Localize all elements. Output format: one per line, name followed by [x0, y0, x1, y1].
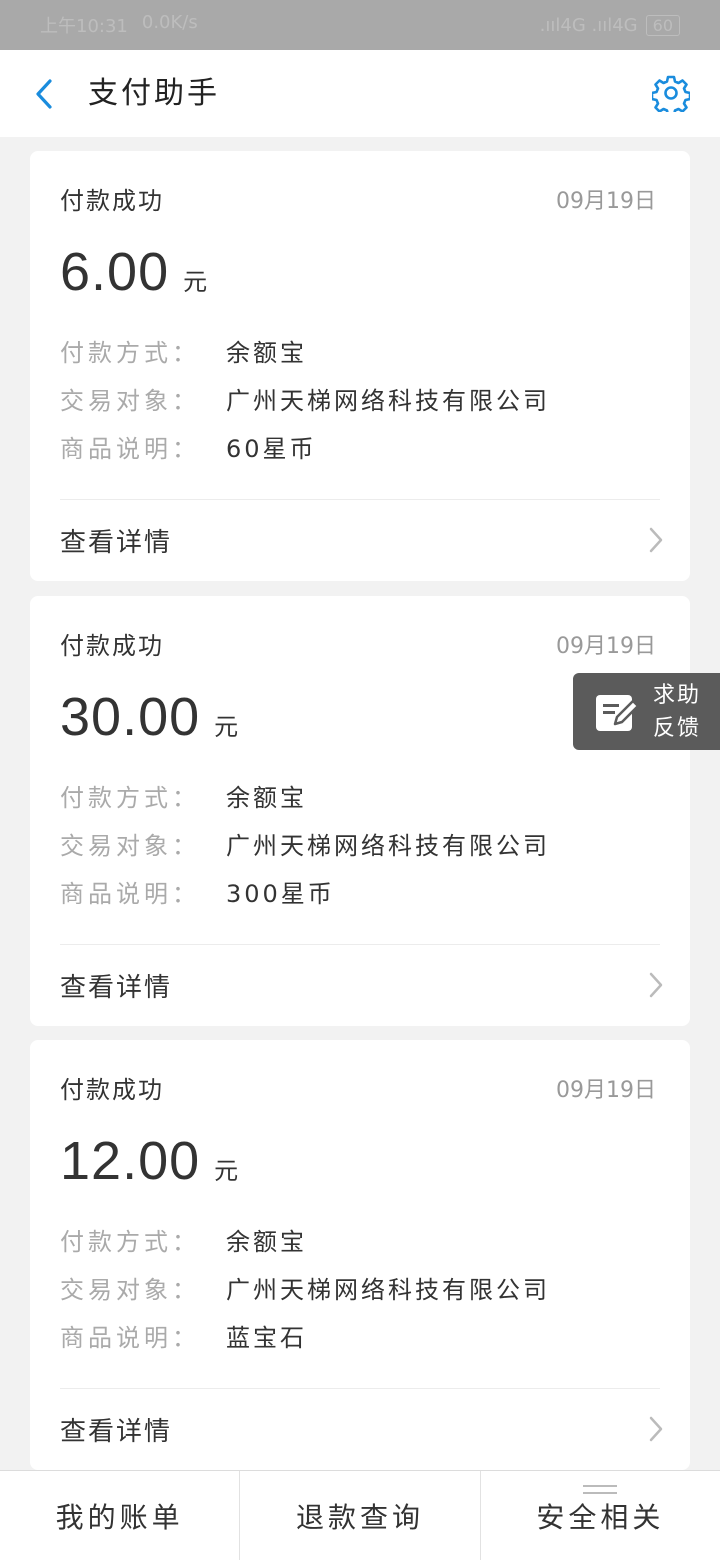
description-row: 商品说明： 300星币	[60, 874, 335, 909]
description-label: 商品说明：	[60, 435, 200, 463]
payment-date: 09月19日	[556, 634, 656, 659]
view-detail-label: 查看详情	[60, 973, 173, 1003]
nav-bar: 支付助手	[0, 50, 720, 137]
method-value: 余额宝	[226, 339, 307, 367]
view-detail-label: 查看详情	[60, 528, 173, 558]
counterparty-label: 交易对象：	[60, 832, 200, 860]
tab-refund-query[interactable]: 退款查询	[239, 1471, 479, 1560]
bottom-tab-bar: 我的账单 退款查询 安全相关	[0, 1470, 720, 1560]
view-detail-button[interactable]: 查看详情	[30, 945, 690, 1026]
back-button[interactable]	[24, 72, 64, 116]
gear-icon	[652, 75, 690, 112]
counterparty-label: 交易对象：	[60, 387, 200, 415]
amount-value: 30.00	[60, 687, 201, 747]
counterparty-row: 交易对象： 广州天梯网络科技有限公司	[60, 826, 550, 861]
amount-value: 12.00	[60, 1131, 201, 1191]
signal-indicator: .ııl4G .ııl4G	[539, 14, 638, 36]
tab-refund-query-label: 退款查询	[295, 1500, 424, 1534]
description-label: 商品说明：	[60, 880, 200, 908]
method-label: 付款方式：	[60, 339, 200, 367]
method-label: 付款方式：	[60, 784, 200, 812]
amount-unit: 元	[214, 1157, 239, 1185]
help-feedback-label: 求助 反馈	[653, 679, 701, 745]
method-row: 付款方式： 余额宝	[60, 1222, 307, 1257]
counterparty-value: 广州天梯网络科技有限公司	[226, 1276, 550, 1304]
payment-card: 付款成功 09月19日 6.00 元 付款方式： 余额宝 交易对象： 广州天梯网…	[30, 151, 690, 581]
chevron-right-icon	[649, 972, 663, 998]
description-row: 商品说明： 60星币	[60, 429, 317, 464]
description-value: 60星币	[226, 435, 317, 463]
payment-amount: 30.00 元	[60, 686, 238, 748]
page-title: 支付助手	[88, 76, 220, 111]
counterparty-row: 交易对象： 广州天梯网络科技有限公司	[60, 381, 550, 416]
payment-list: 付款成功 09月19日 6.00 元 付款方式： 余额宝 交易对象： 广州天梯网…	[0, 137, 720, 1470]
payment-date: 09月19日	[556, 189, 656, 214]
description-row: 商品说明： 蓝宝石	[60, 1318, 307, 1353]
menu-icon	[583, 1485, 618, 1494]
method-value: 余额宝	[226, 1228, 307, 1256]
help-label-line2: 反馈	[653, 716, 702, 741]
payment-status: 付款成功	[60, 1076, 164, 1104]
description-value: 蓝宝石	[226, 1324, 307, 1352]
view-detail-button[interactable]: 查看详情	[30, 1389, 690, 1470]
description-label: 商品说明：	[60, 1324, 200, 1352]
description-value: 300星币	[226, 880, 335, 908]
chevron-right-icon	[649, 1416, 663, 1442]
amount-unit: 元	[214, 713, 239, 741]
counterparty-value: 广州天梯网络科技有限公司	[226, 832, 550, 860]
method-row: 付款方式： 余额宝	[60, 333, 307, 368]
help-label-line1: 求助	[653, 683, 702, 708]
amount-unit: 元	[183, 268, 208, 296]
method-value: 余额宝	[226, 784, 307, 812]
chevron-right-icon	[649, 527, 663, 553]
status-time: 上午10:31	[40, 16, 128, 37]
payment-amount: 12.00 元	[60, 1130, 238, 1192]
status-bar: 上午10:31 0.0K/s .ııl4G .ııl4G 60	[0, 0, 720, 50]
payment-card: 付款成功 09月19日 30.00 元 付款方式： 余额宝 交易对象： 广州天梯…	[30, 596, 690, 1026]
back-arrow-icon	[36, 79, 52, 109]
counterparty-value: 广州天梯网络科技有限公司	[226, 387, 550, 415]
tab-security[interactable]: 安全相关	[479, 1471, 720, 1560]
battery-indicator: 60	[645, 14, 680, 36]
view-detail-button[interactable]: 查看详情	[30, 500, 690, 581]
payment-status: 付款成功	[60, 632, 164, 660]
status-speed: 0.0K/s	[141, 12, 198, 33]
settings-button[interactable]	[648, 70, 694, 116]
payment-card: 付款成功 09月19日 12.00 元 付款方式： 余额宝 交易对象： 广州天梯…	[30, 1040, 690, 1470]
payment-amount: 6.00 元	[60, 241, 207, 303]
counterparty-label: 交易对象：	[60, 1276, 200, 1304]
counterparty-row: 交易对象： 广州天梯网络科技有限公司	[60, 1270, 550, 1305]
amount-value: 6.00	[60, 242, 170, 302]
edit-icon	[596, 694, 640, 731]
method-label: 付款方式：	[60, 1228, 200, 1256]
view-detail-label: 查看详情	[60, 1417, 173, 1447]
payment-status: 付款成功	[60, 187, 164, 215]
tab-my-bills[interactable]: 我的账单	[0, 1471, 239, 1560]
tab-security-label: 安全相关	[536, 1500, 665, 1534]
method-row: 付款方式： 余额宝	[60, 778, 307, 813]
payment-date: 09月19日	[556, 1078, 656, 1103]
help-feedback-button[interactable]: 求助 反馈	[573, 673, 720, 750]
tab-my-bills-label: 我的账单	[55, 1500, 184, 1534]
